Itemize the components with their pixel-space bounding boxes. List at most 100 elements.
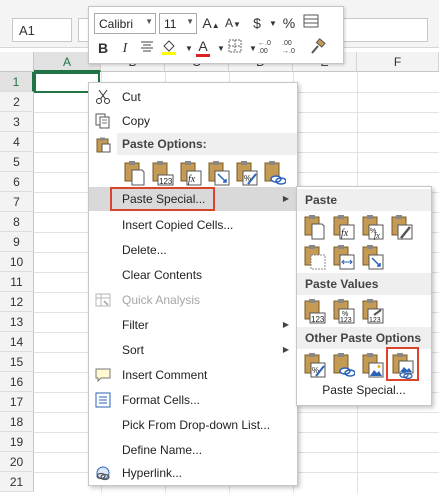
- paste-special-submenu: Paste fx % fx Paste Values 123 % 123 123 O…: [296, 186, 432, 406]
- decrease-decimal-button[interactable]: .00 →.0: [281, 38, 301, 59]
- grow-font-button[interactable]: A▲: [201, 13, 221, 34]
- paste-column-widths-icon: [333, 245, 355, 270]
- bold-icon: B: [97, 40, 109, 56]
- paste-special-dialog-link[interactable]: Paste Special...: [297, 379, 431, 401]
- paste-link-button[interactable]: [262, 159, 287, 187]
- menu-item-define-name[interactable]: Define Name...: [89, 438, 297, 462]
- paste-formulas-icon: fx: [180, 161, 202, 186]
- svg-text:fx: fx: [341, 228, 349, 239]
- name-box[interactable]: A1: [12, 18, 72, 42]
- comment-icon: [95, 368, 111, 383]
- paste-formulas-number-format-button[interactable]: % fx: [360, 213, 384, 241]
- row-header[interactable]: 17: [0, 392, 34, 412]
- paste-link-button[interactable]: [331, 351, 356, 379]
- menu-item-label: Clear Contents: [122, 268, 203, 282]
- row-header[interactable]: 5: [0, 152, 34, 172]
- increase-decimal-button[interactable]: ←.0.00: [257, 38, 277, 59]
- select-all-corner[interactable]: [0, 52, 34, 72]
- paste-column-widths-button[interactable]: [331, 243, 355, 271]
- italic-button[interactable]: I: [115, 38, 135, 59]
- comma-style-button[interactable]: [301, 13, 321, 34]
- paste-picture-button[interactable]: [360, 351, 384, 379]
- paste-values-source-format-button[interactable]: 123: [360, 297, 384, 325]
- font-name-box[interactable]: Calibri ▼: [94, 13, 156, 34]
- menu-item-insert-comment[interactable]: Insert Comment: [89, 363, 297, 387]
- row-header[interactable]: 9: [0, 232, 34, 252]
- row-header[interactable]: 21: [0, 472, 34, 492]
- paste-values-button[interactable]: 123: [302, 297, 326, 325]
- row-header[interactable]: 14: [0, 332, 34, 352]
- fill-color-button[interactable]: [159, 38, 179, 59]
- font-color-button[interactable]: A: [193, 38, 213, 59]
- menu-item-insert-copied-cells[interactable]: Insert Copied Cells...: [89, 213, 297, 237]
- row-header[interactable]: 12: [0, 292, 34, 312]
- svg-text:.00: .00: [282, 40, 292, 47]
- svg-text:.00: .00: [258, 48, 268, 54]
- row-header[interactable]: 16: [0, 372, 34, 392]
- menu-item-cut[interactable]: Cut: [89, 85, 297, 109]
- paste-formatting-button[interactable]: %: [234, 159, 258, 187]
- quick-analysis-icon: [95, 293, 111, 307]
- format-painter-button[interactable]: [307, 38, 327, 59]
- paste-button[interactable]: [122, 159, 146, 187]
- hyperlink-icon: [96, 466, 110, 481]
- paste-transpose-button[interactable]: [206, 159, 230, 187]
- clipboard-icon: [96, 137, 111, 153]
- paste-transpose-icon: [208, 161, 230, 186]
- decrease-decimal-icon: .00→.0: [282, 40, 295, 55]
- paste-formulas-number-icon: %fx: [362, 215, 384, 240]
- shrink-font-button[interactable]: A▼: [223, 13, 243, 34]
- row-header[interactable]: 6: [0, 172, 34, 192]
- row-header[interactable]: 18: [0, 412, 34, 432]
- row-header[interactable]: 3: [0, 112, 34, 132]
- shrink-font-icon: A: [225, 16, 234, 30]
- menu-item-hyperlink[interactable]: Hyperlink...: [89, 461, 297, 485]
- paste-values-button[interactable]: 123: [150, 159, 174, 187]
- font-size-box[interactable]: 11 ▼: [159, 13, 197, 34]
- row-header[interactable]: 7: [0, 192, 34, 212]
- row-header[interactable]: 20: [0, 452, 34, 472]
- row-header[interactable]: 19: [0, 432, 34, 452]
- bold-button[interactable]: B: [93, 38, 113, 59]
- paste-values-number-format-button[interactable]: % 123: [331, 297, 355, 325]
- paste-all-button[interactable]: [302, 213, 326, 241]
- row-header[interactable]: 13: [0, 312, 34, 332]
- column-header-f[interactable]: F: [357, 52, 439, 72]
- svg-text:→.0: →.0: [282, 48, 295, 54]
- paste-values-source-icon: 123: [362, 299, 384, 324]
- row-header[interactable]: 11: [0, 272, 34, 292]
- chevron-down-icon: ▼: [145, 17, 153, 26]
- menu-item-clear-contents[interactable]: Clear Contents: [89, 263, 297, 287]
- svg-text:123: 123: [159, 177, 173, 186]
- svg-text:fx: fx: [188, 174, 196, 185]
- paste-transpose-button[interactable]: [360, 243, 384, 271]
- borders-button[interactable]: [225, 38, 245, 59]
- paste-formulas-button[interactable]: fx: [178, 159, 202, 187]
- paste-no-borders-button[interactable]: [302, 243, 326, 271]
- row-header[interactable]: 8: [0, 212, 34, 232]
- menu-item-copy[interactable]: Copy: [89, 109, 297, 133]
- menu-item-pick-from-list[interactable]: Pick From Drop-down List...: [89, 413, 297, 437]
- paste-formatting-button[interactable]: %: [302, 351, 326, 379]
- paste-formulas-button[interactable]: fx: [331, 213, 355, 241]
- center-align-button[interactable]: [137, 38, 157, 59]
- paint-bucket-icon: [162, 40, 176, 55]
- menu-item-format-cells[interactable]: Format Cells...: [89, 388, 297, 412]
- paste-keep-source-format-button[interactable]: [389, 213, 413, 241]
- paste-formatting-icon: %: [236, 161, 258, 186]
- row-header[interactable]: 4: [0, 132, 34, 152]
- menu-item-label: Insert Comment: [122, 368, 208, 382]
- paste-values-section-header: Paste Values: [297, 273, 431, 295]
- paste-section-header: Paste: [297, 189, 431, 211]
- row-header[interactable]: 1: [0, 72, 34, 92]
- menu-item-filter[interactable]: Filter ▶: [89, 313, 297, 337]
- row-header[interactable]: 2: [0, 92, 34, 112]
- chevron-right-icon: ▶: [282, 194, 289, 203]
- menu-item-sort[interactable]: Sort ▶: [89, 338, 297, 362]
- row-header[interactable]: 15: [0, 352, 34, 372]
- percent-style-button[interactable]: %: [279, 13, 299, 34]
- menu-item-delete[interactable]: Delete...: [89, 238, 297, 262]
- menu-item-label: Define Name...: [122, 443, 203, 457]
- row-header[interactable]: 10: [0, 252, 34, 272]
- paste-icon: [124, 161, 145, 186]
